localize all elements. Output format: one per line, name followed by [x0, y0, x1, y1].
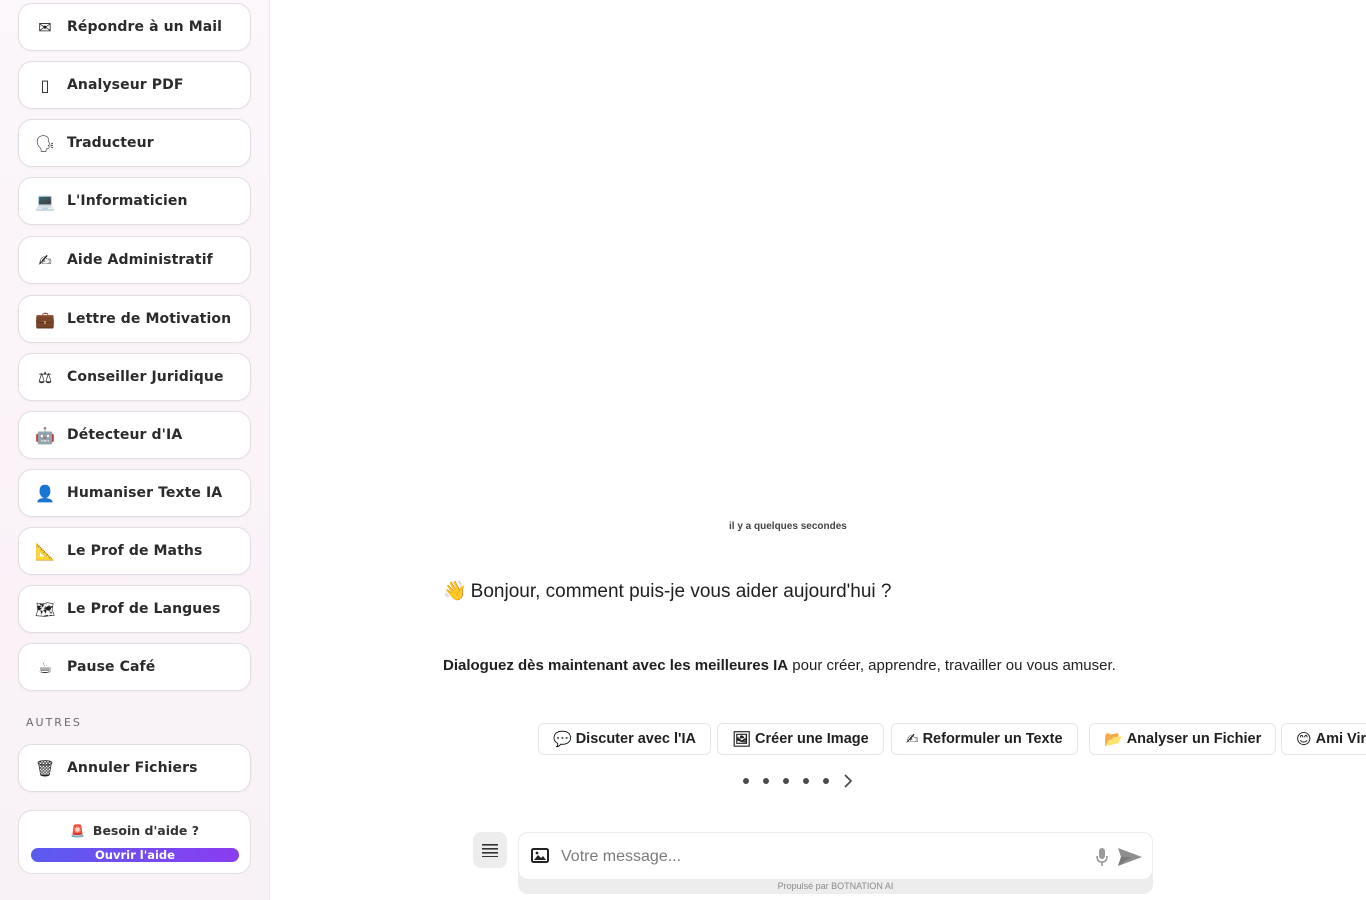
waving-hand-icon: 👋: [443, 580, 467, 602]
wastebasket-icon: 🗑: [34, 758, 56, 778]
composer-box: [518, 832, 1153, 880]
suggestion-chips: 💬 Discuter avec l'IA 🖼 Créer une Image ✍ Refo…: [538, 723, 1366, 755]
sidebar-item-label: Annuler Fichiers: [67, 760, 198, 776]
smiley-icon: 😊: [1296, 730, 1312, 748]
writing-hand-icon: ✍: [906, 730, 919, 748]
carousel-dot[interactable]: [823, 778, 829, 784]
chevron-right-icon[interactable]: [843, 774, 853, 788]
greeting-message: 👋 Bonjour, comment puis-je vous aider auj…: [443, 579, 891, 603]
scales-icon: ⚖: [37, 367, 53, 387]
suggestion-chip-label: Ami Vir: [1315, 731, 1366, 747]
sidebar-item-label: Lettre de Motivation: [67, 311, 232, 327]
sidebar-item-label: L'Informaticien: [67, 193, 188, 209]
section-label-autres: AUTRES: [26, 716, 82, 729]
help-card: 🚨 Besoin d'aide ? Ouvrir l'aide: [18, 810, 251, 874]
sidebar-item-label: Le Prof de Maths: [67, 543, 203, 559]
powered-by-label: Propulsé par BOTNATION AI: [777, 881, 894, 891]
briefcase-icon: 💼: [35, 309, 55, 329]
sidebar-item[interactable]: 🗺 Le Prof de Langues: [18, 585, 251, 633]
suggestion-chip-label: Reformuler un Texte: [922, 731, 1063, 747]
sidebar-item[interactable]: 👤 Humaniser Texte IA: [18, 469, 251, 517]
speaking-head-icon: 🗣: [34, 133, 56, 153]
sidebar-item[interactable]: 🗣 Traducteur: [18, 119, 251, 167]
help-title-text: Besoin d'aide ?: [92, 823, 200, 838]
sidebar-item-label: Conseiller Juridique: [67, 369, 224, 385]
sidebar-item[interactable]: ✍ Aide Administratif: [18, 236, 251, 284]
suggestion-chip[interactable]: 📂 Analyser un Fichier: [1089, 723, 1277, 755]
document-icon: ▯: [40, 75, 50, 95]
triangle-ruler-icon: 📐: [35, 541, 55, 561]
menu-button[interactable]: [473, 832, 507, 868]
message-input[interactable]: [561, 845, 1081, 869]
suggestion-chip[interactable]: 🖼 Créer une Image: [717, 723, 884, 755]
greeting-text: Bonjour, comment puis-je vous aider aujo…: [470, 581, 892, 602]
intro-text-bold: Dialoguez dès maintenant avec les meille…: [443, 657, 789, 674]
map-icon: 🗺: [34, 599, 56, 619]
carousel-dot[interactable]: [763, 778, 769, 784]
sidebar: ✉ Répondre à un Mail ▯ Analyseur PDF 🗣 Traduc…: [0, 0, 270, 900]
folder-icon: 📂: [1104, 730, 1123, 748]
sidebar-item[interactable]: ☕ Pause Café: [18, 643, 251, 691]
carousel-pagination: [743, 774, 853, 788]
writing-hand-icon: ✍: [38, 250, 52, 270]
person-icon: 👤: [35, 483, 55, 503]
sidebar-item-label: Traducteur: [67, 135, 154, 151]
picture-icon: 🖼: [732, 730, 752, 748]
suggestion-chip[interactable]: ✍ Reformuler un Texte: [891, 723, 1078, 755]
sidebar-item[interactable]: 🤖 Détecteur d'IA: [18, 411, 251, 459]
carousel-dot[interactable]: [783, 778, 789, 784]
sidebar-item[interactable]: 💻 L'Informaticien: [18, 177, 251, 225]
carousel-dot[interactable]: [743, 778, 749, 784]
sidebar-item[interactable]: 💼 Lettre de Motivation: [18, 295, 251, 343]
send-icon[interactable]: [1117, 847, 1143, 867]
sidebar-item[interactable]: ⚖ Conseiller Juridique: [18, 353, 251, 401]
suggestion-chip-label: Analyser un Fichier: [1126, 731, 1262, 747]
help-title: 🚨 Besoin d'aide ?: [19, 823, 250, 838]
suggestion-chip-label: Discuter avec l'IA: [575, 731, 696, 747]
laptop-icon: 💻: [35, 191, 55, 211]
message-timestamp: il y a quelques secondes: [729, 521, 847, 532]
sidebar-item[interactable]: ▯ Analyseur PDF: [18, 61, 251, 109]
hamburger-icon: [482, 844, 498, 857]
sidebar-item-label: Le Prof de Langues: [67, 601, 221, 617]
sidebar-item-label: Détecteur d'IA: [67, 427, 183, 443]
open-help-button[interactable]: Ouvrir l'aide: [31, 848, 239, 862]
sidebar-item-label: Aide Administratif: [67, 252, 213, 268]
composer: Propulsé par BOTNATION AI: [518, 832, 1153, 894]
suggestion-chip-label: Créer une Image: [755, 731, 869, 747]
sidebar-item-label: Humaniser Texte IA: [67, 485, 223, 501]
suggestion-chip[interactable]: 😊 Ami Vir: [1281, 723, 1366, 755]
image-attach-icon[interactable]: [531, 848, 549, 864]
carousel-dot[interactable]: [803, 778, 809, 784]
envelope-icon: ✉: [38, 17, 52, 37]
coffee-icon: ☕: [37, 657, 53, 677]
sidebar-item-label: Analyseur PDF: [67, 77, 184, 93]
robot-icon: 🤖: [35, 425, 55, 445]
sidebar-item[interactable]: 📐 Le Prof de Maths: [18, 527, 251, 575]
microphone-icon[interactable]: [1095, 847, 1109, 867]
sidebar-item-label: Pause Café: [67, 659, 156, 675]
speech-bubble-icon: 💬: [553, 730, 572, 748]
intro-text-rest: pour créer, apprendre, travailler ou vou…: [788, 657, 1116, 674]
siren-icon: 🚨: [69, 824, 85, 838]
sidebar-item[interactable]: ✉ Répondre à un Mail: [18, 3, 251, 51]
suggestion-chip[interactable]: 💬 Discuter avec l'IA: [538, 723, 711, 755]
sidebar-item[interactable]: 🗑 Annuler Fichiers: [18, 744, 251, 792]
intro-text: Dialoguez dès maintenant avec les meille…: [443, 657, 1116, 674]
sidebar-item-label: Répondre à un Mail: [67, 19, 223, 35]
